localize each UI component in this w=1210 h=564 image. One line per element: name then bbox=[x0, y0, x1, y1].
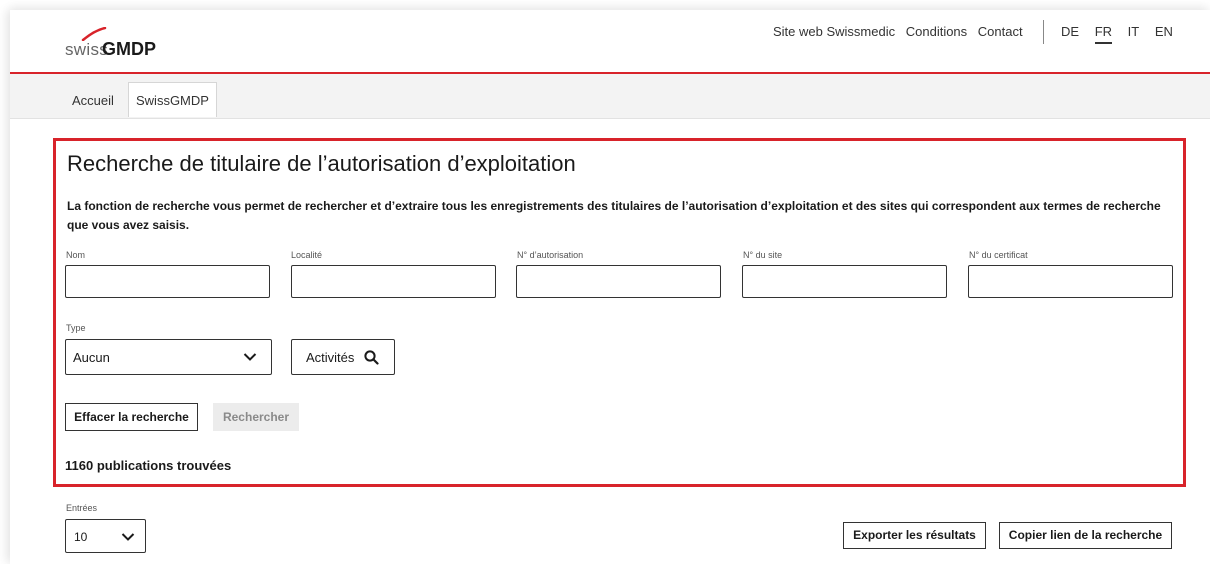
certificat-number-input[interactable] bbox=[968, 265, 1173, 298]
field-label-certificat: N° du certificat bbox=[969, 250, 1028, 260]
export-results-button[interactable]: Exporter les résultats bbox=[843, 522, 986, 549]
field-label-autorisation: N° d’autorisation bbox=[517, 250, 584, 260]
link-conditions[interactable]: Conditions bbox=[906, 24, 967, 39]
activites-label: Activités bbox=[306, 350, 355, 365]
field-label-nom: Nom bbox=[66, 250, 86, 260]
tab-accueil[interactable]: Accueil bbox=[65, 85, 121, 117]
localite-input[interactable] bbox=[291, 265, 496, 298]
type-select[interactable]: Aucun bbox=[65, 339, 272, 375]
field-label-type: Type bbox=[66, 323, 86, 333]
chevron-down-icon bbox=[121, 533, 135, 541]
field-label-site: N° du site bbox=[743, 250, 783, 260]
language-divider bbox=[1043, 20, 1044, 44]
search-button[interactable]: Rechercher bbox=[213, 403, 299, 431]
field-label-localite: Localité bbox=[291, 250, 323, 260]
activites-button[interactable]: Activités bbox=[291, 339, 395, 375]
link-swissmedic-website[interactable]: Site web Swissmedic bbox=[773, 24, 895, 39]
tab-swissgmdp[interactable]: SwissGMDP bbox=[128, 82, 217, 117]
entries-label: Entrées bbox=[66, 503, 98, 513]
language-switcher: DE FR IT EN bbox=[1061, 24, 1185, 44]
autorisation-number-input[interactable] bbox=[516, 265, 721, 298]
nom-input[interactable] bbox=[65, 265, 270, 298]
chevron-down-icon bbox=[243, 353, 257, 361]
search-intro: La fonction de recherche vous permet de … bbox=[67, 199, 1161, 232]
header-links: Site web Swissmedic Conditions Contact bbox=[773, 24, 1023, 39]
search-panel: Recherche de titulaire de l’autorisation… bbox=[53, 138, 1186, 487]
site-header: swiss GMDP Site web Swissmedic Condition… bbox=[10, 10, 1210, 74]
entries-per-page-select[interactable]: 10 bbox=[65, 519, 146, 553]
copy-search-link-button[interactable]: Copier lien de la recherche bbox=[999, 522, 1172, 549]
lang-de[interactable]: DE bbox=[1061, 24, 1079, 39]
lang-it[interactable]: IT bbox=[1128, 24, 1140, 39]
search-icon bbox=[364, 350, 379, 365]
type-select-value: Aucun bbox=[73, 350, 110, 365]
clear-search-button[interactable]: Effacer la recherche bbox=[65, 403, 198, 431]
lang-en[interactable]: EN bbox=[1155, 24, 1173, 39]
site-number-input[interactable] bbox=[742, 265, 947, 298]
main-nav: Accueil SwissGMDP bbox=[10, 74, 1210, 119]
lang-fr[interactable]: FR bbox=[1094, 24, 1113, 44]
logo-gmdp-text: GMDP bbox=[102, 39, 156, 59]
page-title: Recherche de titulaire de l’autorisation… bbox=[67, 151, 576, 176]
link-contact[interactable]: Contact bbox=[978, 24, 1023, 39]
entries-select-value: 10 bbox=[74, 530, 88, 544]
results-count: 1160 publications trouvées bbox=[65, 458, 232, 473]
